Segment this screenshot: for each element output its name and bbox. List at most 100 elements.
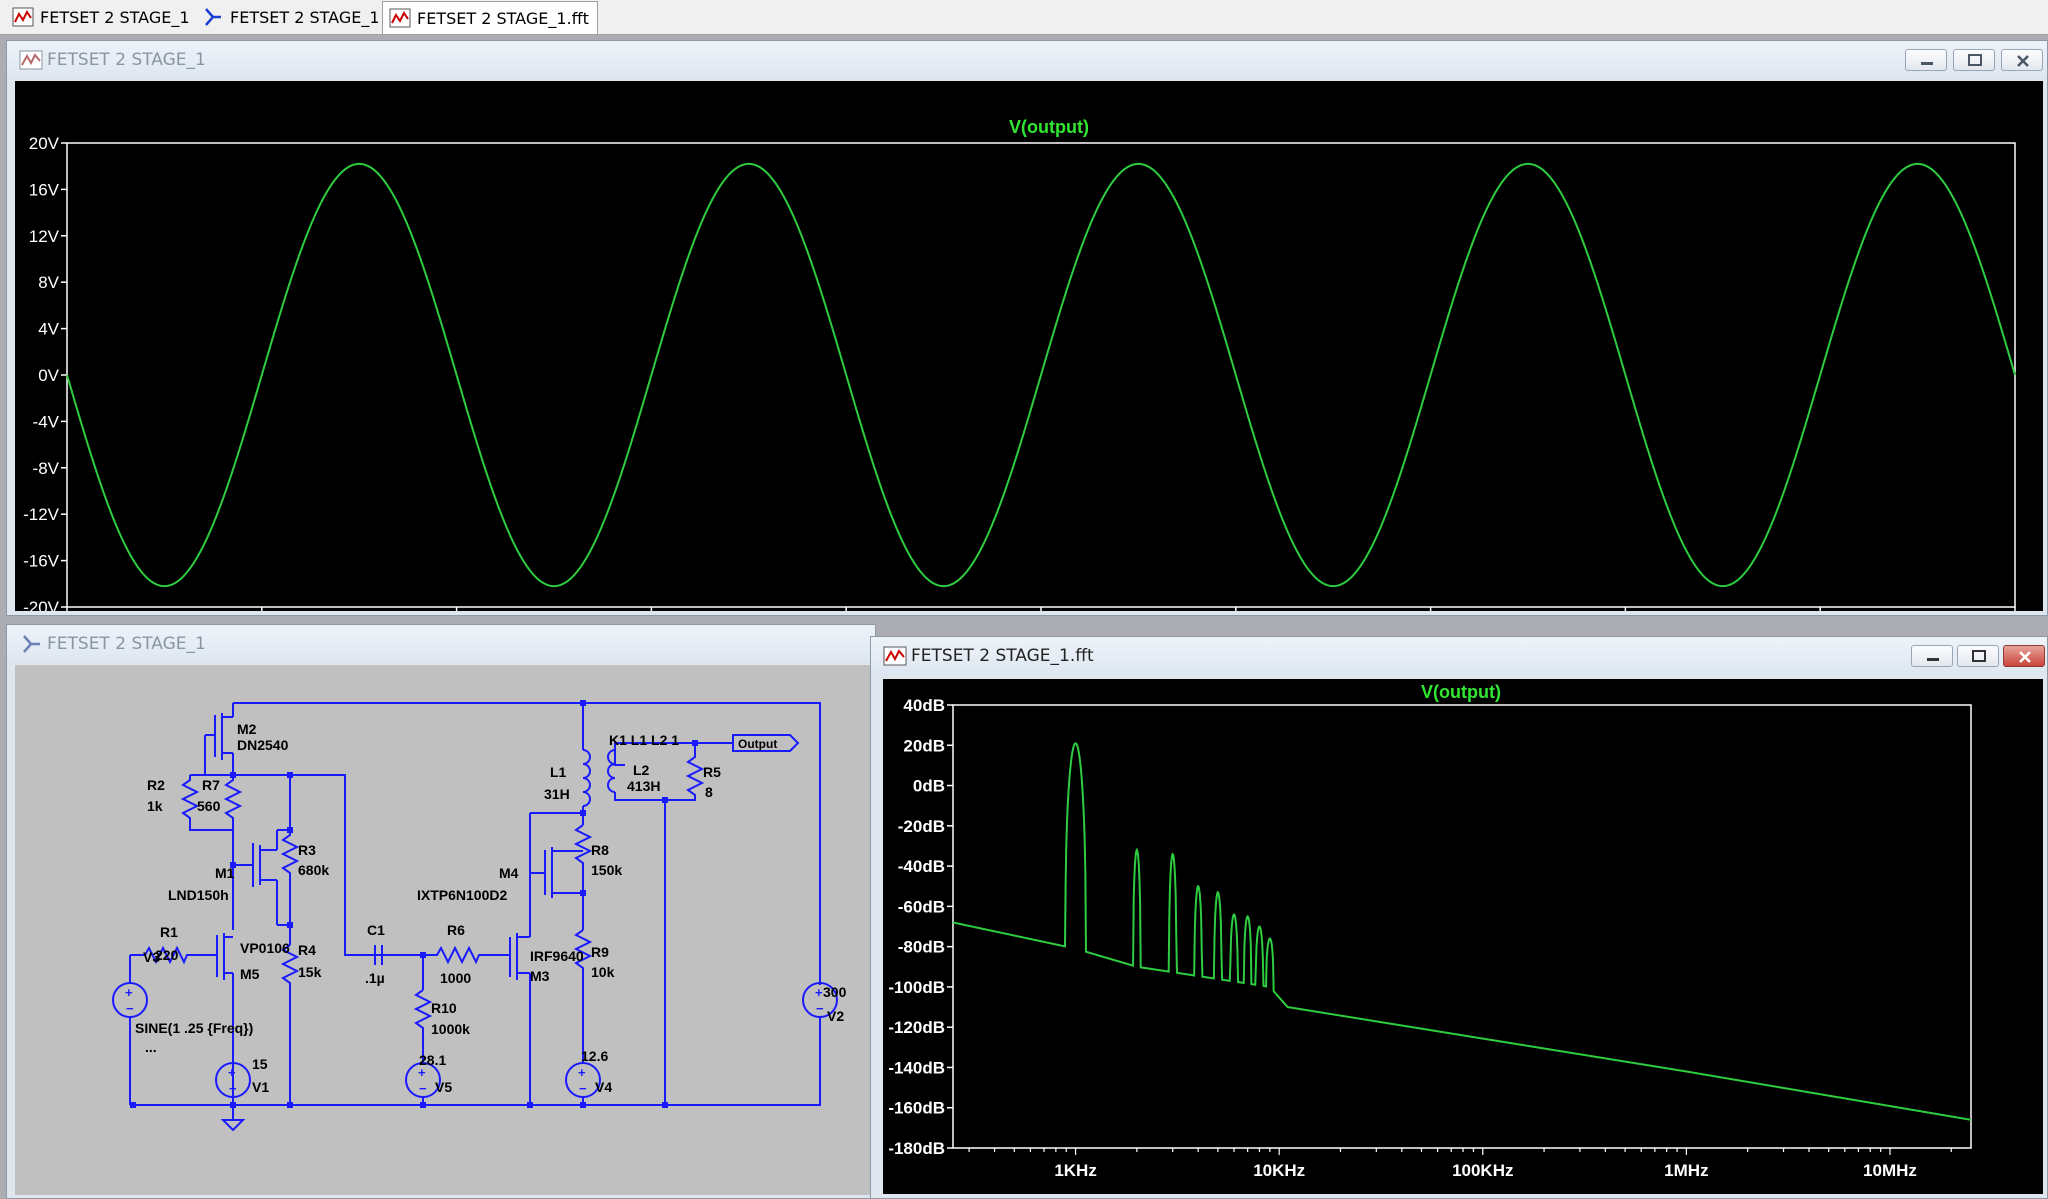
restore-icon	[1972, 650, 1986, 662]
schematic-icon	[23, 635, 40, 653]
label-v3-value: SINE(1 .25 {Freq})	[135, 1020, 253, 1036]
schematic-junctions	[130, 700, 698, 1108]
chart-title: V(output)	[1009, 117, 1089, 137]
svg-text:−: −	[579, 1081, 587, 1096]
label-r9-value: 10k	[591, 964, 615, 980]
label-m2-value: DN2540	[237, 737, 289, 753]
schematic-window: FETSET 2 STAGE_1 + − + − + − + − + − M2 …	[6, 624, 877, 1199]
schematic-titlebar[interactable]: FETSET 2 STAGE_1	[7, 625, 875, 663]
label-l1-ref: L1	[550, 764, 567, 780]
window-title: FETSET 2 STAGE_1	[47, 50, 206, 70]
restore-button[interactable]	[1953, 49, 1995, 71]
label-output-net: Output	[738, 737, 777, 751]
label-v2-ref: V2	[827, 1008, 844, 1024]
y-tick-label: 4V	[38, 320, 59, 339]
x-tick-label: 100KHz	[1452, 1161, 1513, 1180]
schematic-canvas[interactable]: + − + − + − + − + − M2 DN2540 R2 1k R7 560 R3…	[15, 665, 877, 1195]
label-r9-ref: R9	[591, 944, 609, 960]
fft-plot-pane[interactable]: V(output) 40dB 20dB 0dB -20dB -40dB -60dB -80d…	[883, 679, 2043, 1194]
label-m1-value: LND150h	[168, 887, 229, 903]
svg-text:+: +	[125, 985, 133, 1000]
chart-title: V(output)	[1421, 682, 1501, 702]
y-tick-label: 0dB	[913, 777, 945, 796]
fft-titlebar[interactable]: FETSET 2 STAGE_1.fft	[871, 637, 2047, 675]
label-r10-ref: R10	[431, 1000, 457, 1016]
minimize-button[interactable]	[1911, 645, 1953, 667]
waveform-icon	[12, 7, 34, 27]
label-r4-ref: R4	[298, 942, 316, 958]
svg-text:−: −	[419, 1081, 427, 1096]
waveform-icon	[883, 646, 907, 666]
fft-window: FETSET 2 STAGE_1.fft V(output) 40dB 20dB 0…	[870, 636, 2048, 1199]
close-button[interactable]	[2001, 49, 2043, 71]
close-icon	[2017, 55, 2029, 67]
series-line-v-output-fft	[952, 742, 1972, 1121]
window-title: FETSET 2 STAGE_1	[47, 634, 206, 654]
label-r3-value: 680k	[298, 862, 329, 878]
x-tick-label: 10MHz	[1863, 1161, 1917, 1180]
label-m4-value: IXTP6N100D2	[417, 887, 507, 903]
minimize-icon	[1921, 62, 1933, 65]
label-v4-value: 12.6	[581, 1048, 608, 1064]
svg-text:+: +	[815, 985, 823, 1000]
waveform-window: FETSET 2 STAGE_1 V(output) 20V 16V 12V 8V 4V…	[6, 40, 2048, 635]
label-coupling-directive: K1 L1 L2 1	[609, 732, 679, 748]
minimize-button[interactable]	[1905, 49, 1947, 71]
label-c1-value: .1µ	[365, 970, 385, 986]
restore-button[interactable]	[1957, 645, 1999, 667]
y-tick-label: -4V	[33, 412, 60, 431]
label-r3-ref: R3	[298, 842, 316, 858]
y-tick-label: -60dB	[898, 897, 945, 916]
y-tick-label: -8V	[33, 459, 60, 478]
label-v3-ref: V3	[143, 949, 160, 965]
waveform-plot-pane[interactable]: V(output) 20V 16V 12V 8V 4V 0V -4V -8V -12V -16V -…	[15, 81, 2043, 635]
label-v5-ref: V5	[435, 1079, 452, 1095]
x-tick-label: 1KHz	[1054, 1161, 1097, 1180]
close-button[interactable]	[2003, 645, 2045, 667]
label-m3-value: IRF9640	[530, 948, 584, 964]
label-r10-value: 1000k	[431, 1021, 470, 1037]
label-m3-ref: M3	[530, 968, 550, 984]
waveform-icon	[389, 8, 411, 28]
tab-waveform[interactable]: FETSET 2 STAGE_1	[6, 3, 198, 31]
document-tab-bar: FETSET 2 STAGE_1 FETSET 2 STAGE_1 FETSET…	[0, 0, 2048, 35]
schematic-icon	[205, 8, 221, 26]
label-l1-value: 31H	[544, 786, 570, 802]
y-tick-label: -100dB	[888, 978, 945, 997]
x-tick-label: 1MHz	[1664, 1161, 1708, 1180]
y-tick-label: 12V	[29, 227, 60, 246]
label-l2-ref: L2	[633, 762, 650, 778]
schematic-wires	[112, 702, 838, 1120]
label-r6-ref: R6	[447, 922, 465, 938]
series-line-v-output	[66, 162, 2016, 588]
y-tick-label: -80dB	[898, 938, 945, 957]
tab-fft[interactable]: FETSET 2 STAGE_1.fft	[382, 1, 598, 34]
component-labels: M2 DN2540 R2 1k R7 560 R3 680k M1 LND150…	[135, 721, 847, 1095]
label-r4-value: 15k	[298, 964, 322, 980]
y-tick-label: 20V	[29, 134, 60, 153]
source-polarity-marks: +− +− +− +− +−	[125, 985, 824, 1096]
label-v1-value: 15	[252, 1056, 268, 1072]
label-r7-value: 560	[197, 798, 221, 814]
label-v2-value: 300	[823, 984, 847, 1000]
label-r1-ref: R1	[160, 924, 178, 940]
y-tick-label: -120dB	[888, 1018, 945, 1037]
label-r5-value: 8	[705, 784, 713, 800]
label-ellipsis: ...	[145, 1039, 157, 1055]
tab-schematic[interactable]: FETSET 2 STAGE_1	[196, 3, 388, 31]
y-tick-label: 0V	[38, 366, 59, 385]
label-r5-ref: R5	[703, 764, 721, 780]
label-r8-ref: R8	[591, 842, 609, 858]
y-tick-label: 16V	[29, 180, 60, 199]
label-l2-value: 413H	[627, 778, 660, 794]
y-tick-label: -12V	[23, 505, 60, 524]
waveform-titlebar[interactable]: FETSET 2 STAGE_1	[7, 41, 2047, 79]
fft-chart: V(output) 40dB 20dB 0dB -20dB -40dB -60dB -80d…	[888, 682, 1972, 1180]
label-v4-ref: V4	[595, 1079, 612, 1095]
waveform-chart: V(output) 20V 16V 12V 8V 4V 0V -4V -8V -12V -16V -…	[23, 117, 2016, 635]
label-m2-ref: M2	[237, 721, 257, 737]
y-tick-label: 40dB	[903, 696, 945, 715]
y-tick-label: 8V	[38, 273, 59, 292]
svg-text:+: +	[228, 1065, 236, 1080]
label-m5-value: VP0106	[240, 940, 290, 956]
